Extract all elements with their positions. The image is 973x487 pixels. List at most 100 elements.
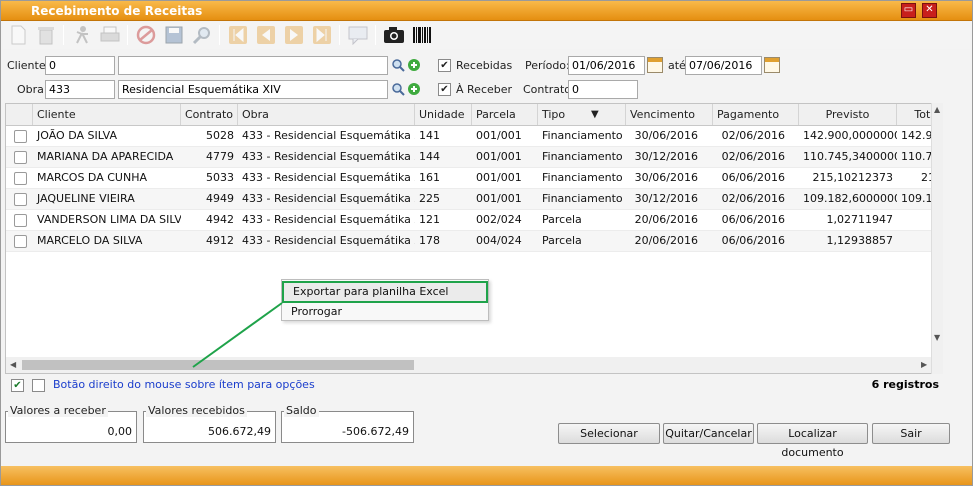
first-icon[interactable] <box>227 24 249 46</box>
horizontal-scroll-thumb[interactable] <box>22 360 414 370</box>
cell-previsto: 215,10212373 <box>812 171 893 184</box>
cell-parcela: 001/001 <box>476 192 522 205</box>
cell-obra: 433 - Residencial Esquemátika XIV <box>242 234 415 247</box>
obra-code-input[interactable]: 433 <box>45 80 115 99</box>
cell-contrato: 4949 <box>206 192 234 205</box>
horizontal-scrollbar[interactable]: ◀ ▶ <box>6 357 931 373</box>
row-checkbox[interactable] <box>14 172 27 185</box>
last-icon[interactable] <box>311 24 333 46</box>
table-row[interactable]: JAQUELINE VIEIRA 4949 433 - Residencial … <box>6 189 939 210</box>
header-obra[interactable]: Obra <box>238 104 415 125</box>
cell-previsto: 142.900,00000000 <box>803 129 897 142</box>
header-vencimento[interactable]: Vencimento <box>626 104 713 125</box>
cell-obra: 433 - Residencial Esquemátika XIV <box>242 213 415 226</box>
search-icon[interactable] <box>191 24 213 46</box>
header-contrato[interactable]: Contrato <box>181 104 238 125</box>
minimize-icon[interactable]: ▭ <box>901 3 916 18</box>
search-cliente-icon[interactable] <box>391 58 405 72</box>
header-select <box>6 104 33 125</box>
periodo-from-input[interactable]: 01/06/2016 <box>568 56 645 75</box>
hint-text: Botão direito do mouse sobre ítem para o… <box>53 378 315 391</box>
add-obra-icon[interactable] <box>407 82 421 96</box>
table-row[interactable]: VANDERSON LIMA DA SILVA 4942 433 - Resid… <box>6 210 939 231</box>
search-obra-icon[interactable] <box>391 82 405 96</box>
header-tipo[interactable]: Tipo ▼ <box>538 104 626 125</box>
row-checkbox[interactable] <box>14 130 27 143</box>
run-icon[interactable] <box>71 24 93 46</box>
saldo-box: Saldo -506.672,49 <box>281 405 414 443</box>
bottom-bar <box>1 466 972 485</box>
row-checkbox[interactable] <box>14 193 27 206</box>
calendar-to-icon[interactable] <box>764 57 780 73</box>
cell-contrato: 5028 <box>206 129 234 142</box>
selecionar-button[interactable]: Selecionar <box>558 423 660 444</box>
grid-footer: ✔ Botão direito do mouse sobre ítem para… <box>5 375 941 395</box>
cell-parcela: 002/024 <box>476 213 522 226</box>
previous-icon[interactable] <box>255 24 277 46</box>
recebidas-label: Recebidas <box>456 59 513 72</box>
prorrogar-menu-item[interactable]: Prorrogar <box>282 302 488 321</box>
cliente-name-input[interactable] <box>118 56 388 75</box>
areceber-checkbox[interactable]: ✔ <box>438 83 451 96</box>
close-icon[interactable]: ✕ <box>922 3 937 18</box>
recebidas-checkbox[interactable]: ✔ <box>438 59 451 72</box>
delete-icon[interactable] <box>35 24 57 46</box>
cell-unidade: 178 <box>419 234 440 247</box>
cell-vencimento: 30/12/2016 <box>634 150 698 163</box>
scroll-right-icon[interactable]: ▶ <box>921 360 927 369</box>
row-checkbox[interactable] <box>14 214 27 227</box>
cell-cliente: MARIANA DA APARECIDA <box>37 150 174 163</box>
vertical-scrollbar[interactable]: ▲ ▼ <box>931 103 943 374</box>
cell-tipo: Financiamento <box>542 192 623 205</box>
cell-obra: 433 - Residencial Esquemátika XIV <box>242 150 415 163</box>
table-row[interactable]: JOÃO DA SILVA 5028 433 - Residencial Esq… <box>6 126 939 147</box>
add-cliente-icon[interactable] <box>407 58 421 72</box>
table-row[interactable]: MARIANA DA APARECIDA 4779 433 - Residenc… <box>6 147 939 168</box>
select-all-checkbox[interactable]: ✔ <box>11 379 24 392</box>
next-icon[interactable] <box>283 24 305 46</box>
cell-pagamento: 06/06/2016 <box>721 171 785 184</box>
scroll-up-icon[interactable]: ▲ <box>934 105 940 114</box>
cell-pagamento: 02/06/2016 <box>721 129 785 142</box>
obra-name-input[interactable]: Residencial Esquemátika XIV <box>118 80 388 99</box>
sair-button[interactable]: Sair <box>872 423 950 444</box>
periodo-to-input[interactable]: 07/06/2016 <box>685 56 762 75</box>
cell-cliente: JAQUELINE VIEIRA <box>37 192 135 205</box>
localizar-documento-button[interactable]: Localizar documento <box>757 423 868 459</box>
scroll-left-icon[interactable]: ◀ <box>10 360 16 369</box>
cell-parcela: 001/001 <box>476 150 522 163</box>
message-icon[interactable] <box>347 24 369 46</box>
new-document-icon[interactable] <box>7 24 29 46</box>
print-icon[interactable] <box>99 24 121 46</box>
secondary-checkbox[interactable] <box>32 379 45 392</box>
cancel-icon[interactable] <box>135 24 157 46</box>
export-excel-menu-item[interactable]: Exportar para planilha Excel <box>282 281 488 303</box>
header-parcela[interactable]: Parcela <box>472 104 538 125</box>
quitar-cancelar-button[interactable]: Quitar/Cancelar <box>663 423 754 444</box>
header-unidade[interactable]: Unidade <box>415 104 472 125</box>
save-icon[interactable] <box>163 24 185 46</box>
scroll-down-icon[interactable]: ▼ <box>934 333 940 342</box>
barcode-icon[interactable] <box>411 24 433 46</box>
table-row[interactable]: MARCELO DA SILVA 4912 433 - Residencial … <box>6 231 939 252</box>
window-title: Recebimento de Receitas <box>31 4 203 18</box>
row-checkbox[interactable] <box>14 235 27 248</box>
header-previsto[interactable]: Previsto <box>799 104 897 125</box>
cell-obra: 433 - Residencial Esquemátika XIV <box>242 171 415 184</box>
valores-recebidos-label: Valores recebidos <box>146 404 247 417</box>
camera-icon[interactable] <box>383 24 405 46</box>
header-pagamento[interactable]: Pagamento <box>713 104 799 125</box>
cell-vencimento: 30/06/2016 <box>634 129 698 142</box>
ate-label: até <box>668 59 686 72</box>
contrato-label: Contrato: <box>523 83 575 96</box>
header-cliente[interactable]: Cliente <box>33 104 181 125</box>
cliente-code-input[interactable]: 0 <box>45 56 115 75</box>
valores-a-receber-value: 0,00 <box>107 425 133 438</box>
cell-vencimento: 20/06/2016 <box>634 234 698 247</box>
contrato-input[interactable]: 0 <box>568 80 638 99</box>
row-checkbox[interactable] <box>14 151 27 164</box>
table-row[interactable]: MARCOS DA CUNHA 5033 433 - Residencial E… <box>6 168 939 189</box>
calendar-from-icon[interactable] <box>647 57 663 73</box>
cell-obra: 433 - Residencial Esquemátika XIV <box>242 192 415 205</box>
areceber-label: À Receber <box>456 83 513 96</box>
